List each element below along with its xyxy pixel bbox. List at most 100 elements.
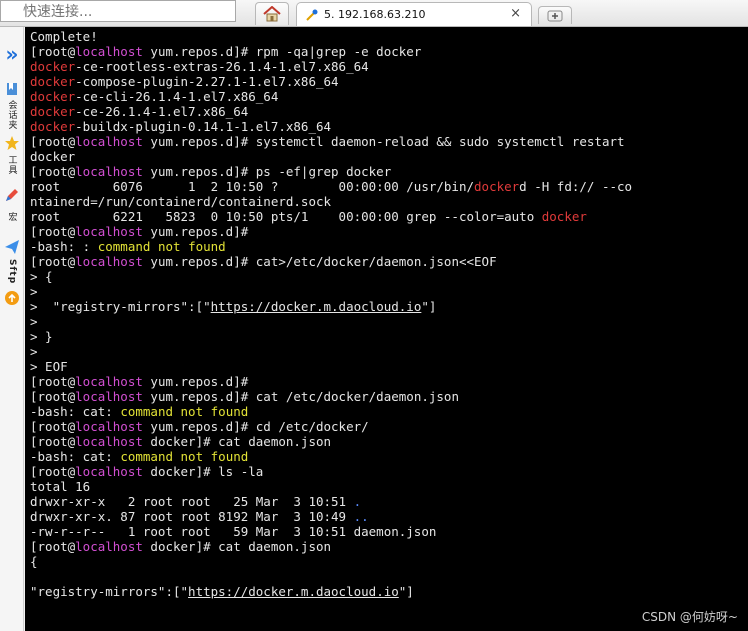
terminal-line: docker-ce-26.1.4-1.el7.x86_64 (30, 104, 632, 119)
terminal-line: -bash: : command not found (30, 239, 632, 254)
terminal-text: "] (398, 584, 414, 599)
terminal-text: docker (474, 179, 520, 194)
terminal-text: total 16 (30, 479, 91, 494)
sftp-icon (5, 291, 19, 306)
terminal-text: .. (353, 509, 369, 524)
terminal-line: > "registry-mirrors":["https://docker.m.… (30, 299, 632, 314)
terminal-text: [root@ (30, 464, 76, 479)
terminal-text: -compose-plugin-2.27.1-1.el7.x86_64 (75, 74, 339, 89)
terminal-text: [root@ (30, 419, 76, 434)
terminal-text: [root@ (30, 44, 76, 59)
terminal-line: > (30, 314, 632, 329)
terminal-line: [root@localhost yum.repos.d]# (30, 224, 632, 239)
send-icon (5, 240, 19, 254)
terminal-line: [root@localhost docker]# cat daemon.json (30, 539, 632, 554)
terminal-text: found (188, 239, 226, 254)
terminal-text: yum.repos.d]# cat /etc/docker/daemon.jso… (142, 389, 459, 404)
terminal-text: -bash: cat: (30, 449, 121, 464)
terminal-text: yum.repos.d]# (142, 224, 249, 239)
terminal-line: "registry-mirrors":["https://docker.m.da… (30, 584, 632, 599)
terminal-line: docker-ce-cli-26.1.4-1.el7.x86_64 (30, 89, 632, 104)
close-icon[interactable]: × (510, 6, 521, 21)
terminal-text: > EOF (30, 359, 68, 374)
terminal-line: > } (30, 329, 632, 344)
terminal-text: docker (30, 149, 76, 164)
terminal-line: > (30, 344, 632, 359)
sidebar-toggle-button[interactable]: » (3, 44, 21, 65)
terminal-text: . (353, 494, 362, 509)
sidebar-item-label: 会话夹 (6, 100, 17, 130)
terminal-line: total 16 (30, 479, 632, 494)
terminal-text: localhost (75, 374, 143, 389)
terminal-line: [root@localhost yum.repos.d]# cd /etc/do… (30, 419, 632, 434)
terminal-line: -rw-r--r-- 1 root root 59 Mar 3 10:51 da… (30, 524, 632, 539)
sidebar-item-macros[interactable]: 宏 (3, 187, 21, 226)
terminal-text: -ce-rootless-extras-26.1.4-1.el7.x86_64 (75, 59, 369, 74)
terminal-text: docker (30, 74, 76, 89)
terminal-text: > (30, 314, 38, 329)
new-tab-icon (547, 10, 563, 21)
terminal-line: Complete! (30, 29, 632, 44)
new-tab-button[interactable] (538, 6, 572, 24)
session-tab[interactable]: 5. 192.168.63.210 × (296, 2, 532, 26)
terminal-text: d -H fd:// --co (519, 179, 633, 194)
terminal-line: docker-buildx-plugin-0.14.1-1.el7.x86_64 (30, 119, 632, 134)
quick-connect-input[interactable] (1, 2, 235, 22)
terminal-line: -bash: cat: command not found (30, 404, 632, 419)
terminal-text: localhost (75, 134, 143, 149)
toolbar: 5. 192.168.63.210 × (0, 0, 748, 27)
terminal-line: root 6221 5823 0 10:50 pts/1 00:00:00 gr… (30, 209, 632, 224)
terminal-text: localhost (75, 164, 143, 179)
home-button[interactable] (255, 2, 289, 25)
terminal-text: > (30, 284, 38, 299)
terminal-text: -ce-cli-26.1.4-1.el7.x86_64 (75, 89, 279, 104)
sidebar-item-sftp[interactable]: Sftp (3, 239, 21, 310)
sidebar-item-label: Sftp (7, 259, 17, 285)
terminal-line: [root@localhost yum.repos.d]# cat /etc/d… (30, 389, 632, 404)
terminal-text: found (210, 449, 249, 464)
terminal-text: localhost (75, 44, 143, 59)
watermark: CSDN @何妨呀~ (641, 610, 738, 624)
terminal-text: [root@ (30, 224, 76, 239)
terminal-text: localhost (75, 254, 143, 269)
terminal-text: > (30, 344, 38, 359)
terminal-text: [root@ (30, 164, 76, 179)
terminal-text: "registry-mirrors":[" (30, 584, 189, 599)
terminal-text: root 6076 1 2 10:50 ? 00:00:00 /usr/bin/ (30, 179, 475, 194)
terminal-line: { (30, 554, 632, 569)
terminal-text: localhost (75, 419, 143, 434)
terminal-text: localhost (75, 224, 143, 239)
terminal-text: docker (541, 209, 587, 224)
terminal-line: [root@localhost docker]# cat daemon.json (30, 434, 632, 449)
terminal-line: [root@localhost yum.repos.d]# systemctl … (30, 134, 632, 149)
bookmark-icon (7, 83, 17, 95)
sidebar-item-tools[interactable]: 工具 (3, 135, 21, 179)
terminal-text: root 6221 5823 0 10:50 pts/1 00:00:00 gr… (30, 209, 542, 224)
quick-connect-box[interactable] (0, 0, 236, 22)
sidebar-item-label: 宏 (6, 212, 17, 222)
terminal-text: localhost (75, 434, 143, 449)
sidebar-item-sessions[interactable]: 会话夹 (3, 81, 21, 134)
terminal-text: docker (30, 104, 76, 119)
terminal-line: > EOF (30, 359, 632, 374)
terminal-text: not (157, 239, 181, 254)
terminal-text: > "registry-mirrors":[" (30, 299, 211, 314)
terminal-text: localhost (75, 464, 143, 479)
terminal-text: Complete! (30, 29, 98, 44)
terminal-text: docker (30, 59, 76, 74)
terminal-link[interactable]: https://docker.m.daocloud.io (211, 299, 422, 314)
terminal-text: docker]# cat daemon.json (142, 434, 332, 449)
terminal-output[interactable]: Complete! [root@localhost yum.repos.d]# r… (25, 27, 748, 631)
terminal-line: [root@localhost yum.repos.d]# rpm -qa|gr… (30, 44, 632, 59)
terminal-text: -rw-r--r-- 1 root root 59 Mar 3 10:51 da… (30, 524, 437, 539)
terminal-link[interactable]: https://docker.m.daocloud.io (188, 584, 399, 599)
terminal-text: command (97, 239, 151, 254)
terminal-text: yum.repos.d]# cd /etc/docker/ (142, 419, 369, 434)
home-icon (263, 6, 281, 22)
